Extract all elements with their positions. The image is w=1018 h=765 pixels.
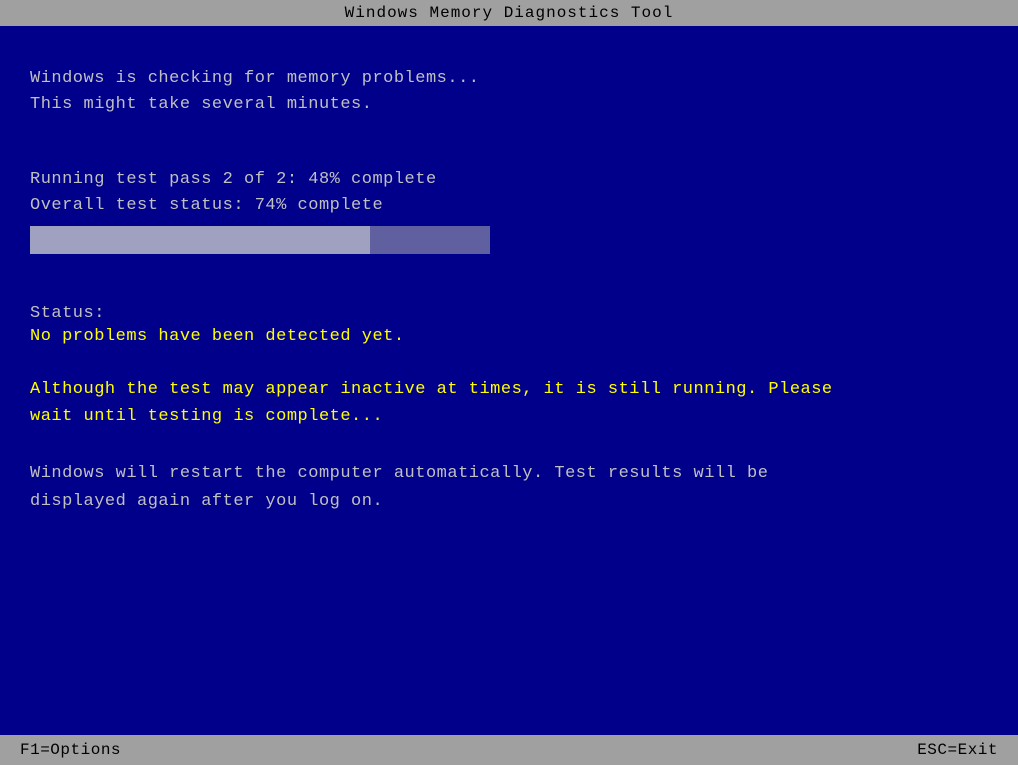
progress-section: Running test pass 2 of 2: 48% complete O…: [30, 167, 988, 254]
f1-options-label[interactable]: F1=Options: [20, 741, 121, 759]
progress-line2: Overall test status: 74% complete: [30, 193, 988, 219]
warning-line2: wait until testing is complete...: [30, 403, 988, 430]
checking-line2: This might take several minutes.: [30, 92, 988, 118]
info-line2: displayed again after you log on.: [30, 488, 988, 515]
progress-bar-fill: [30, 226, 370, 254]
info-line1: Windows will restart the computer automa…: [30, 460, 988, 487]
title-bar: Windows Memory Diagnostics Tool: [0, 0, 1018, 26]
warning-line1: Although the test may appear inactive at…: [30, 376, 988, 403]
main-content: Windows is checking for memory problems.…: [0, 26, 1018, 515]
status-label: Status:: [30, 304, 988, 323]
info-text: Windows will restart the computer automa…: [30, 460, 988, 514]
status-value: No problems have been detected yet.: [30, 327, 988, 346]
progress-bar-container: [30, 226, 490, 254]
checking-line1: Windows is checking for memory problems.…: [30, 66, 988, 92]
title-text: Windows Memory Diagnostics Tool: [345, 4, 674, 22]
progress-line1: Running test pass 2 of 2: 48% complete: [30, 167, 988, 193]
esc-exit-label[interactable]: ESC=Exit: [917, 741, 998, 759]
warning-text: Although the test may appear inactive at…: [30, 376, 988, 430]
status-section: Status: No problems have been detected y…: [30, 304, 988, 346]
bottom-bar: F1=Options ESC=Exit: [0, 735, 1018, 765]
